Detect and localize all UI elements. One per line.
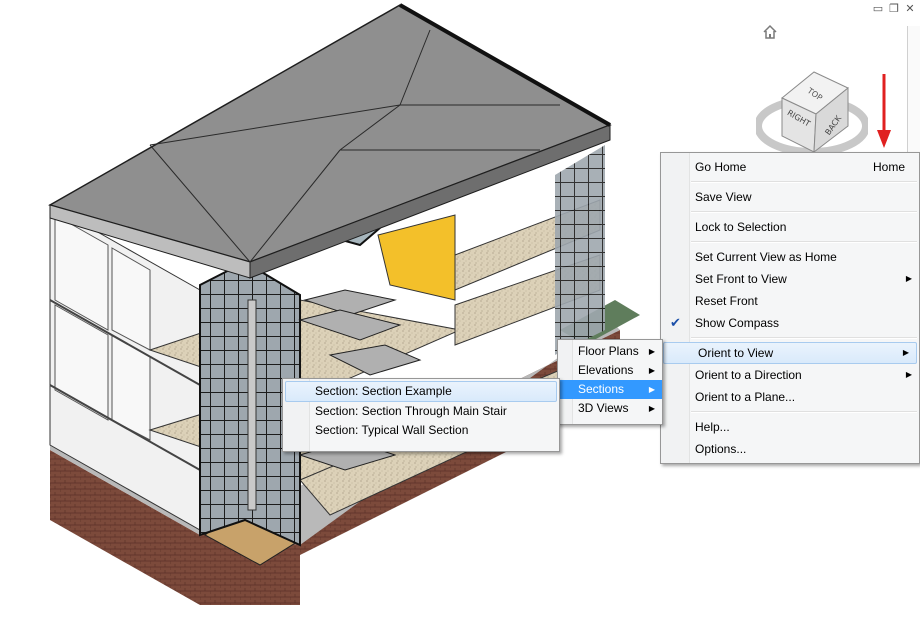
checkmark-icon: ✔ <box>670 315 681 330</box>
menu-separator <box>691 337 917 339</box>
section-example-item[interactable]: Section: Section Example <box>285 381 557 402</box>
restore-icon[interactable]: ❐ <box>888 2 900 15</box>
menu-separator <box>691 411 917 413</box>
submenu-3d-views[interactable]: 3D Views ▶ <box>558 399 662 418</box>
menu-set-current-view-as-home[interactable]: Set Current View as Home <box>661 246 919 268</box>
section-main-stair-item[interactable]: Section: Section Through Main Stair <box>283 402 559 421</box>
menu-separator <box>691 211 917 213</box>
submenu-arrow-icon: ▶ <box>905 274 912 283</box>
stair-rail <box>247 299 257 511</box>
menu-orient-to-direction[interactable]: Orient to a Direction ▶ <box>661 364 919 386</box>
window-controls: ▭ ❐ ✕ <box>872 2 916 15</box>
submenu-sections[interactable]: Sections ▶ <box>558 380 662 399</box>
menu-reset-front[interactable]: Reset Front <box>661 290 919 312</box>
menu-help[interactable]: Help... <box>661 416 919 438</box>
submenu-arrow-icon: ▶ <box>905 370 912 379</box>
submenu-arrow-icon: ▶ <box>648 404 655 413</box>
submenu-elevations[interactable]: Elevations ▶ <box>558 361 662 380</box>
right-glass-facade <box>555 145 605 355</box>
sections-submenu: Section: Section Example Section: Sectio… <box>282 378 560 452</box>
viewcube-context-menu: Go Home Home Save View Lock to Selection … <box>660 152 920 464</box>
menu-options[interactable]: Options... <box>661 438 919 460</box>
go-home-shortcut: Home <box>872 160 905 174</box>
home-icon[interactable] <box>762 24 778 40</box>
menu-save-view[interactable]: Save View <box>661 186 919 208</box>
orient-to-view-submenu: Floor Plans ▶ Elevations ▶ Sections ▶ 3D Vi… <box>557 339 663 425</box>
menu-show-compass[interactable]: ✔ Show Compass <box>661 312 919 334</box>
menu-orient-to-plane[interactable]: Orient to a Plane... <box>661 386 919 408</box>
section-typical-wall-item[interactable]: Section: Typical Wall Section <box>283 421 559 440</box>
menu-orient-to-view[interactable]: Orient to View ▶ <box>663 342 917 364</box>
minimize-icon[interactable]: ▭ <box>872 2 884 15</box>
submenu-arrow-icon: ▶ <box>648 366 655 375</box>
menu-lock-to-selection[interactable]: Lock to Selection <box>661 216 919 238</box>
menu-go-home[interactable]: Go Home Home <box>661 156 919 178</box>
menu-separator <box>691 181 917 183</box>
submenu-arrow-icon: ▶ <box>902 348 909 357</box>
roof-slab <box>48 4 612 263</box>
submenu-arrow-icon: ▶ <box>648 347 655 356</box>
menu-set-front-to-view[interactable]: Set Front to View ▶ <box>661 268 919 290</box>
yellow-wall <box>377 214 456 301</box>
submenu-arrow-icon: ▶ <box>648 385 655 394</box>
viewcube-icon[interactable]: TOP RIGHT BACK <box>756 64 868 160</box>
submenu-floor-plans[interactable]: Floor Plans ▶ <box>558 342 662 361</box>
menu-separator <box>691 241 917 243</box>
red-arrow-indicator <box>877 74 891 148</box>
close-icon[interactable]: ✕ <box>904 2 916 15</box>
